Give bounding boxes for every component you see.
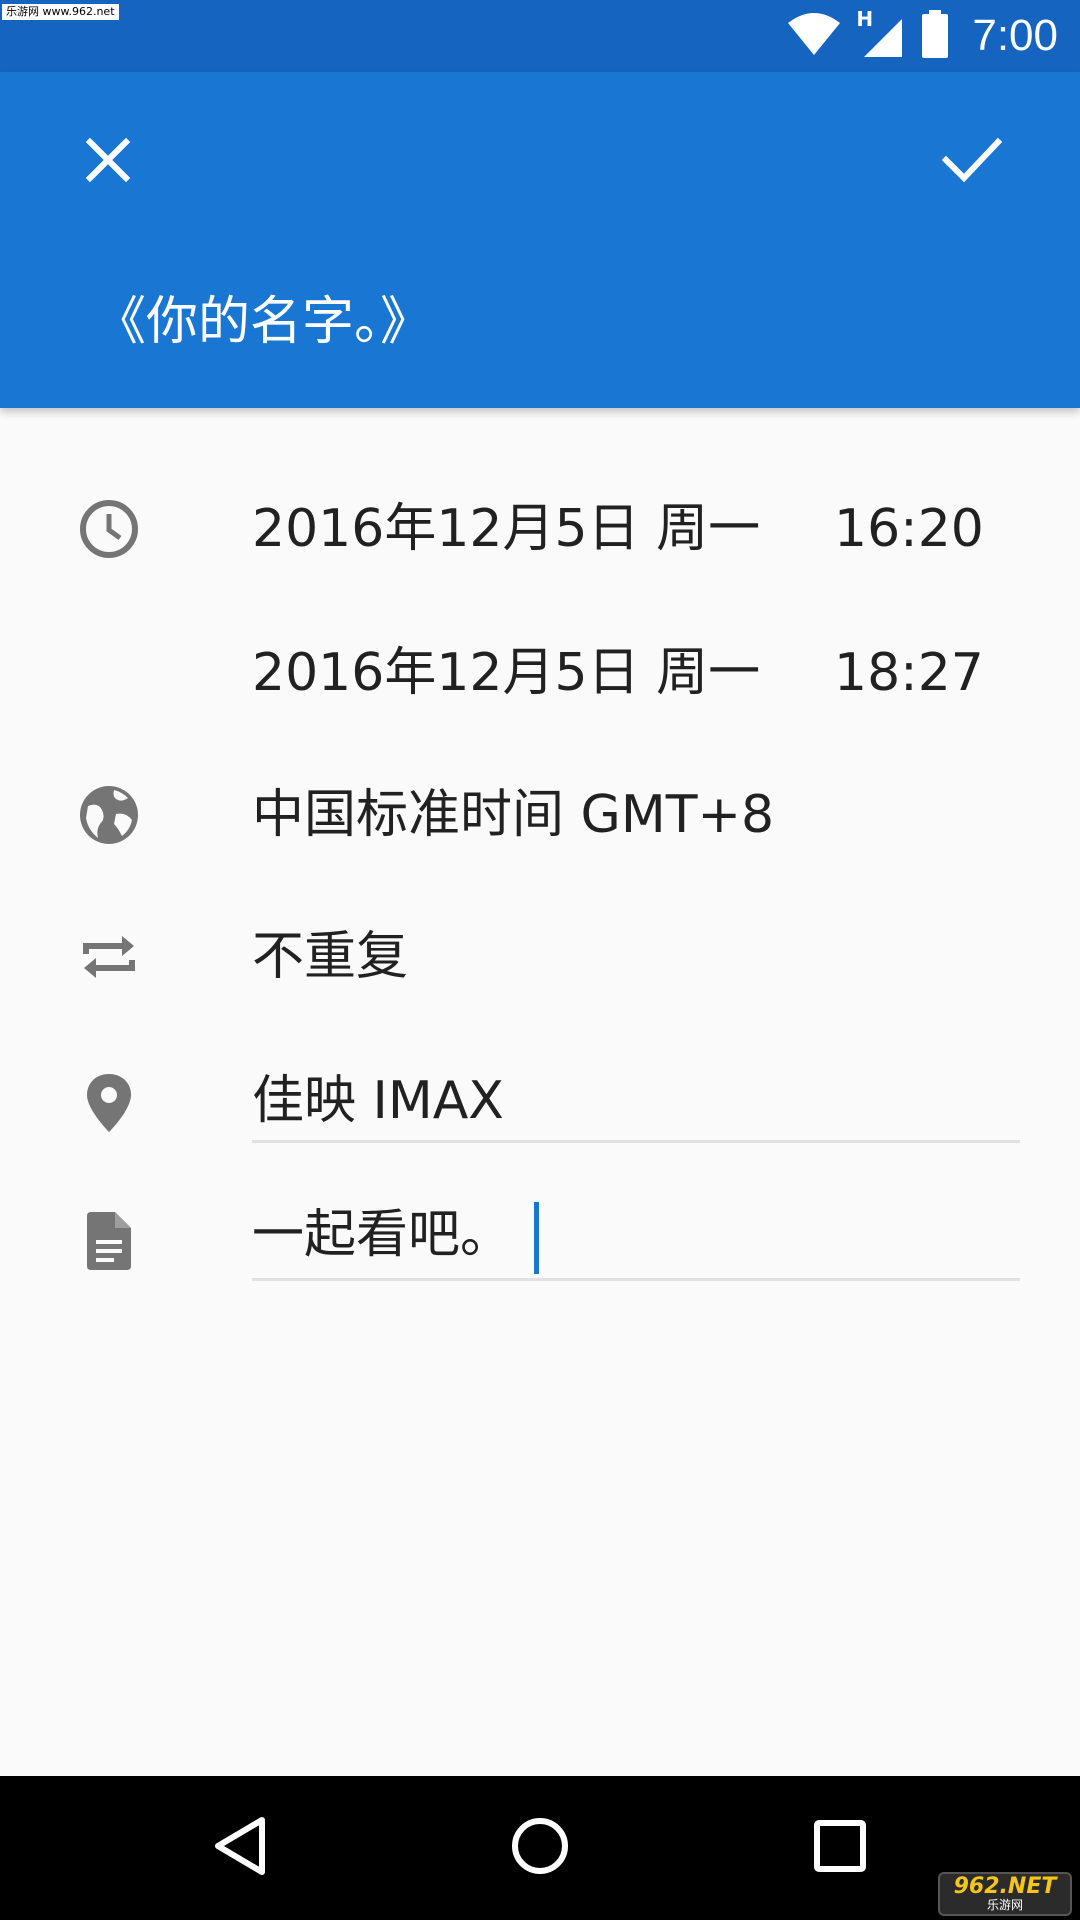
repeat-field[interactable]: 不重复 (252, 922, 408, 992)
recents-icon (813, 1819, 867, 1877)
end-date-field[interactable]: 2016年12月5日 周一 (252, 638, 760, 708)
event-title-input[interactable]: 《你的名字。》 (94, 282, 994, 362)
globe-icon (74, 780, 144, 850)
save-button[interactable] (922, 112, 1022, 212)
status-bar: 乐游网 www.962.net H 7:00 (0, 0, 1080, 72)
close-icon (84, 136, 132, 188)
start-date-field[interactable]: 2016年12月5日 周一 (252, 494, 760, 564)
status-time: 7:00 (972, 11, 1058, 60)
recents-button[interactable] (790, 1798, 890, 1898)
location-input[interactable]: 佳映 IMAX (252, 1066, 504, 1136)
back-icon (212, 1816, 268, 1880)
watermark-logo: 962.NET 乐游网 (938, 1872, 1072, 1916)
cell-signal-icon: H (856, 7, 906, 61)
start-time-field[interactable]: 16:20 (834, 494, 984, 564)
description-input[interactable]: 一起看吧。 (252, 1200, 540, 1274)
app-bar: 《你的名字。》 (0, 72, 1080, 408)
watermark-logo-text: 962.NET (953, 1874, 1057, 1899)
text-cursor (534, 1202, 540, 1274)
note-icon (74, 1206, 144, 1276)
clock-icon (74, 494, 144, 564)
battery-icon (920, 9, 950, 63)
description-input-underline (252, 1278, 1020, 1281)
check-icon (941, 136, 1003, 188)
navigation-bar: 962.NET 乐游网 (0, 1776, 1080, 1920)
event-edit-screen: 乐游网 www.962.net H 7:00 《你的名字。》 2016年12月5… (0, 0, 1080, 1920)
watermark-logo-subtext: 乐游网 (986, 1898, 1023, 1912)
back-button[interactable] (190, 1798, 290, 1898)
timezone-field[interactable]: 中国标准时间 GMT+8 (252, 780, 774, 850)
status-icons: H 7:00 (786, 0, 1058, 72)
end-time-field[interactable]: 18:27 (834, 638, 984, 708)
home-icon (510, 1816, 570, 1880)
watermark-label: 乐游网 www.962.net (2, 4, 119, 20)
home-button[interactable] (490, 1798, 590, 1898)
location-pin-icon (74, 1068, 144, 1138)
wifi-icon (786, 11, 842, 61)
repeat-icon (74, 922, 144, 992)
location-input-underline (252, 1140, 1020, 1143)
description-text: 一起看吧。 (252, 1205, 513, 1265)
close-button[interactable] (58, 112, 158, 212)
